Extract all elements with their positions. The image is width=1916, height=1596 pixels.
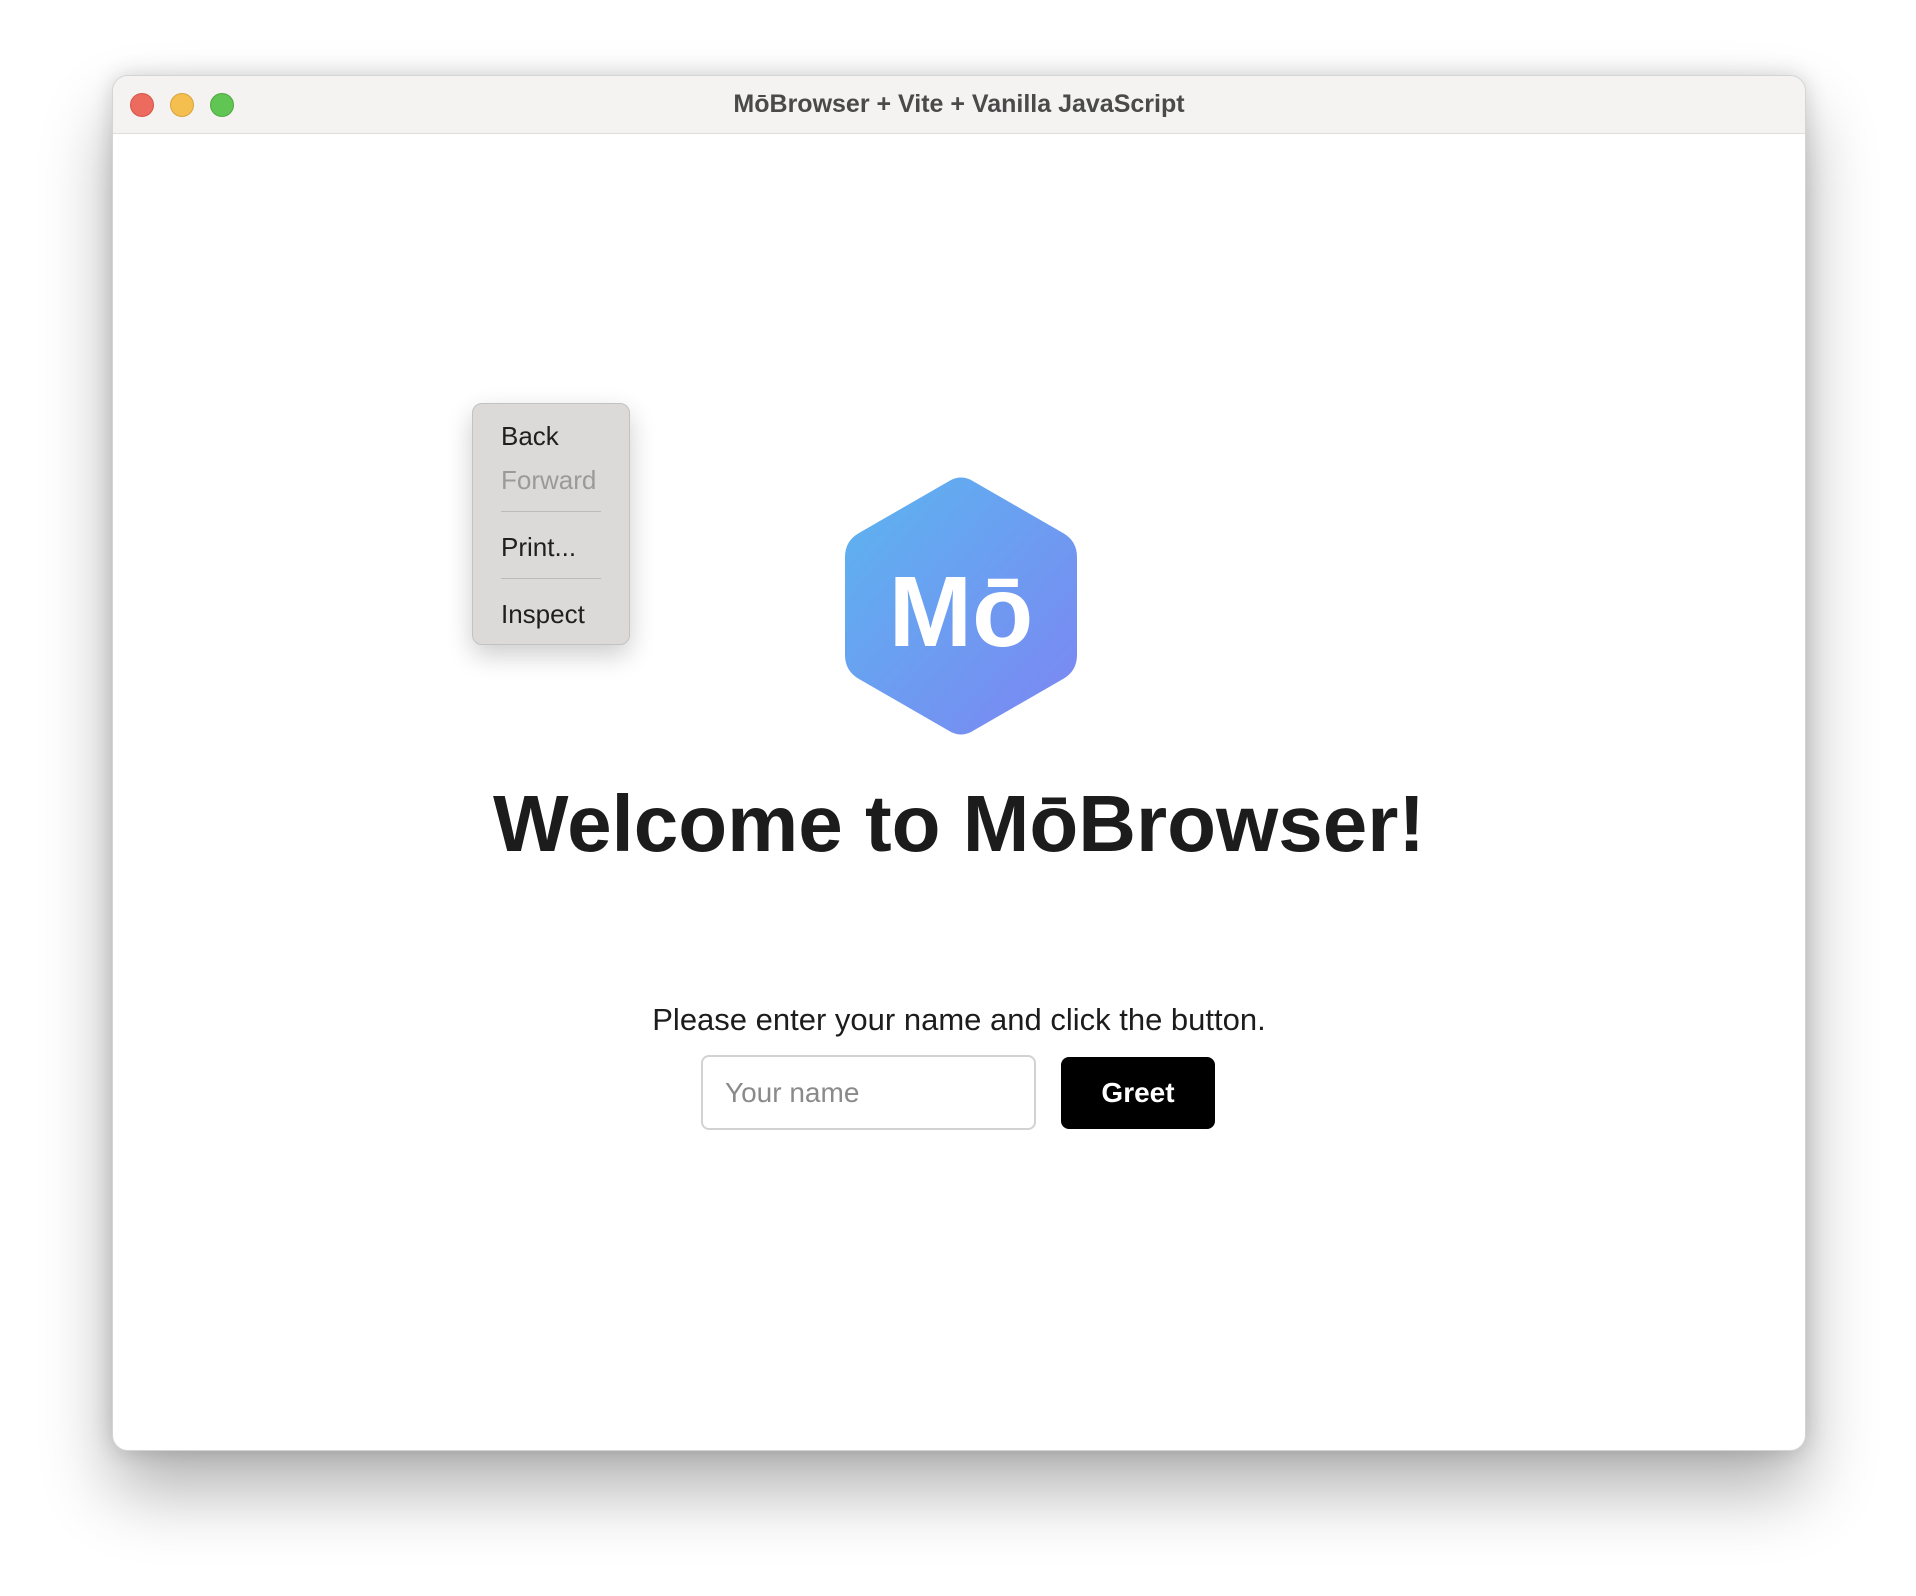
menu-item-forward: Forward [501, 465, 597, 495]
title-bar[interactable]: MōBrowser + Vite + Vanilla JavaScript [113, 76, 1805, 134]
mobrowser-logo-icon: Mō [845, 477, 1077, 735]
page-content: Mō Welcome to MōBrowser! Please enter yo… [113, 134, 1805, 1450]
greet-button[interactable]: Greet [1061, 1057, 1215, 1129]
app-window: MōBrowser + Vite + Vanilla JavaScript Mō… [112, 75, 1806, 1451]
menu-separator [501, 511, 601, 512]
instruction-text: Please enter your name and click the but… [652, 1002, 1266, 1037]
context-menu: Back Forward Print... Inspect [472, 403, 630, 645]
logo-text: Mō [889, 556, 1033, 668]
menu-separator [501, 578, 601, 579]
menu-item-print[interactable]: Print... [501, 530, 576, 564]
name-input[interactable] [701, 1055, 1036, 1130]
window-title: MōBrowser + Vite + Vanilla JavaScript [733, 90, 1185, 118]
menu-item-back[interactable]: Back [501, 419, 559, 453]
menu-item-inspect[interactable]: Inspect [501, 597, 585, 631]
welcome-heading: Welcome to MōBrowser! [493, 779, 1425, 868]
